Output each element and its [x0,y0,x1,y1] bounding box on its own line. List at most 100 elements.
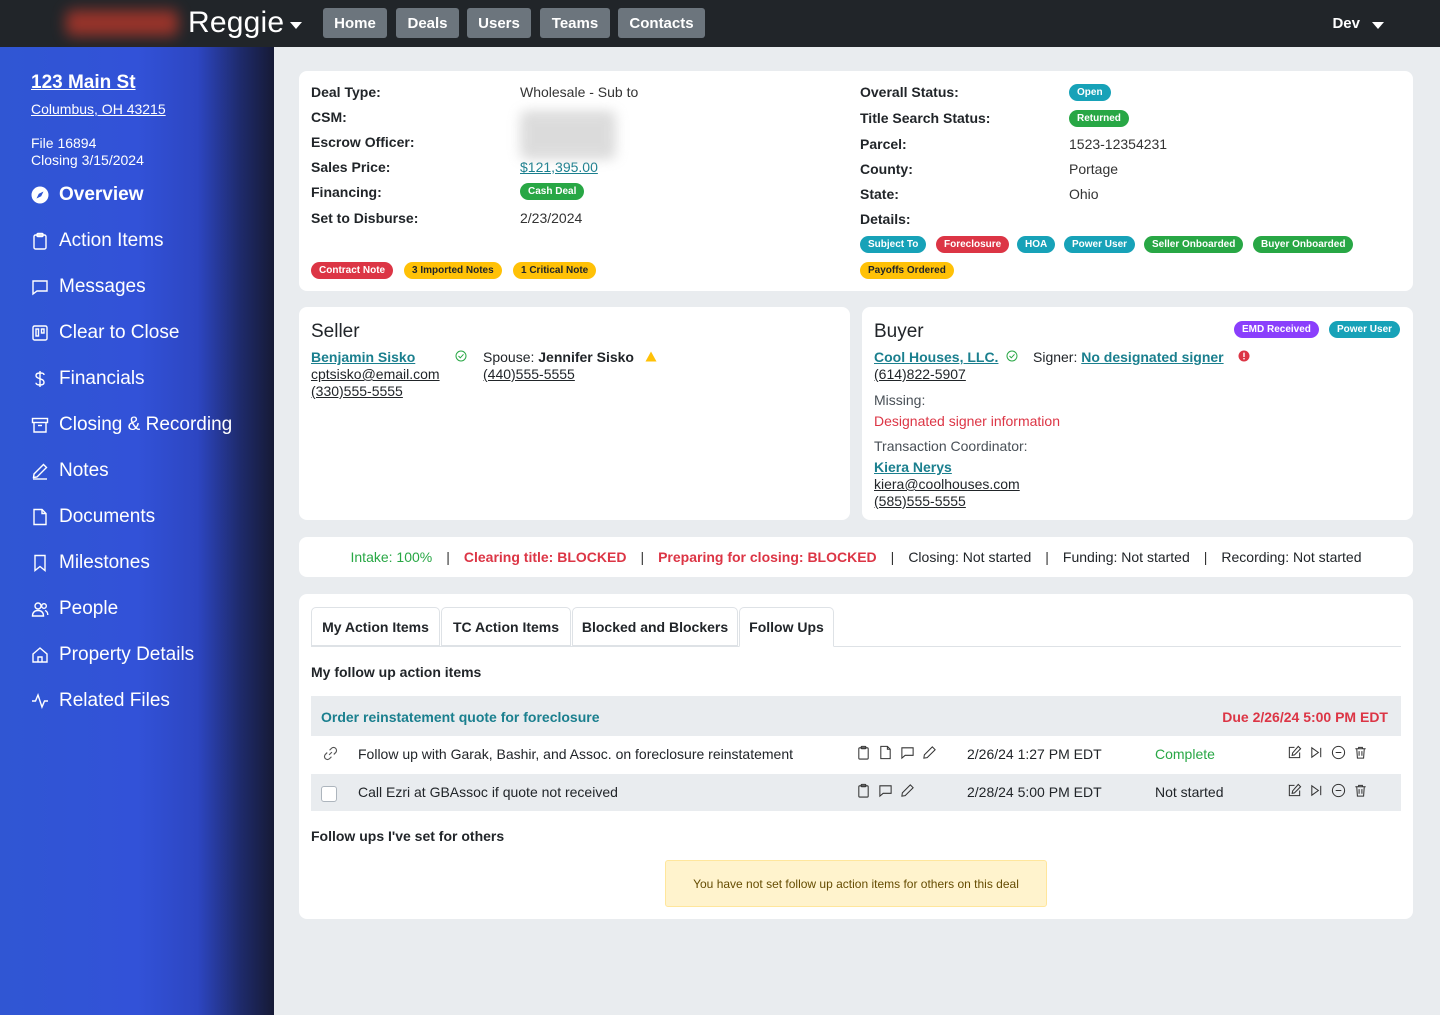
stage-clearing-title: Clearing title: BLOCKED [463,549,627,565]
redacted-names [520,112,616,158]
clipboard-icon[interactable] [856,745,871,765]
clipboard-icon [31,232,49,250]
people-icon [31,600,49,618]
tab-blocked-and-blockers[interactable]: Blocked and Blockers [572,607,738,646]
trash-icon[interactable] [1353,783,1368,803]
signer-link[interactable]: No designated signer [1081,349,1223,365]
tab-my-action-items[interactable]: My Action Items [311,607,440,646]
group-due-date: Due 2/26/24 5:00 PM EDT [1222,709,1388,725]
sidebar-item-overview[interactable]: Overview [31,184,144,206]
pencil-icon[interactable] [922,745,937,765]
critical-note-badge[interactable]: 1 Critical Note [513,262,597,279]
file-number: File 16894 [31,135,97,151]
sidebar-item-related-files[interactable]: Related Files [31,690,170,712]
tab-follow-ups[interactable]: Follow Ups [739,607,834,647]
dash-circle-icon[interactable] [1331,783,1346,803]
sidebar-item-clear-to-close[interactable]: Clear to Close [31,322,179,344]
dash-circle-icon[interactable] [1331,745,1346,765]
contract-note-badge[interactable]: Contract Note [311,262,394,279]
buyer-card: Buyer EMD Received Power User Cool House… [862,307,1413,520]
csm-label: CSM: [311,109,347,125]
action-items-card: My Action Items TC Action Items Blocked … [299,594,1413,919]
title-search-label: Title Search Status: [860,110,991,126]
signer-label: Signer: [1033,349,1078,365]
clipboard-icon[interactable] [856,783,871,803]
details-label: Details: [860,211,911,227]
buyer-phone-link[interactable]: (614)822-5907 [874,366,966,382]
seller-email-link[interactable]: cptsisko@email.com [311,366,440,382]
env-menu[interactable]: Dev [1332,15,1384,32]
empty-notice: You have not set follow up action items … [665,860,1047,907]
house-icon [31,646,49,664]
address-line2-link[interactable]: Columbus, OH 43215 [31,101,166,117]
dollar-icon [31,370,49,388]
detail-badge: Payoffs Ordered [860,262,954,279]
sidebar-item-label: Financials [59,368,145,389]
address-line1-link[interactable]: 123 Main St [31,72,136,94]
follow-up-status: Not started [1155,784,1224,800]
tab-tc-action-items[interactable]: TC Action Items [441,607,571,646]
nav-users-button[interactable]: Users [467,8,531,38]
sidebar-item-people[interactable]: People [31,598,118,620]
buyer-name-link[interactable]: Cool Houses, LLC. [874,349,998,365]
verified-check-icon [1006,349,1018,367]
follow-up-date: 2/28/24 5:00 PM EDT [967,784,1102,800]
sidebar-item-messages[interactable]: Messages [31,276,146,298]
title-search-badge: Returned [1069,110,1129,127]
row-actions [1287,783,1368,803]
pencil-icon[interactable] [900,783,915,803]
file-icon[interactable] [878,745,893,765]
seller-name-link[interactable]: Benjamin Sisko [311,349,415,365]
county-value: Portage [1069,161,1119,177]
brand-name: Reggie [188,6,285,39]
tc-phone-link[interactable]: (585)555-5555 [874,493,966,509]
seller-phone-link[interactable]: (330)555-5555 [311,383,403,399]
edit-icon[interactable] [1287,783,1302,803]
edit-icon[interactable] [1287,745,1302,765]
sidebar-item-notes[interactable]: Notes [31,460,109,482]
sidebar-item-label: Notes [59,460,109,481]
detail-badge: Power User [1064,236,1136,253]
sidebar-item-financials[interactable]: Financials [31,368,145,390]
sidebar-item-label: Documents [59,506,156,527]
row-actions [1287,745,1368,765]
sidebar-item-documents[interactable]: Documents [31,506,155,528]
tc-name-link[interactable]: Kiera Nerys [874,459,952,475]
follow-up-status: Complete [1155,746,1215,762]
nav-contacts-button[interactable]: Contacts [618,8,705,38]
brand-menu[interactable]: Reggie [188,6,303,40]
spouse-name: Jennifer Sisko [538,349,634,365]
sales-price-link[interactable]: $121,395.00 [520,159,598,175]
imported-notes-badge[interactable]: 3 Imported Notes [404,262,502,279]
sales-price-label: Sales Price: [311,159,391,175]
chat-icon[interactable] [878,783,893,803]
spouse-contact: Spouse: Jennifer Sisko (440)555-5555 [483,349,634,383]
skip-icon[interactable] [1309,783,1324,803]
stage-intake: Intake: 100% [350,549,433,565]
escrow-officer-label: Escrow Officer: [311,134,415,150]
seller-contact: Benjamin Sisko cptsisko@email.com (330)5… [311,349,440,400]
nav-home-button[interactable]: Home [323,8,387,38]
sidebar-item-label: Related Files [59,690,170,711]
buyer-contact: Cool Houses, LLC. (614)822-5907 [874,349,998,383]
row-checkbox[interactable] [321,786,337,802]
sidebar-item-milestones[interactable]: Milestones [31,552,150,574]
nav-teams-button[interactable]: Teams [540,8,610,38]
chat-icon[interactable] [900,745,915,765]
table-row: Follow up with Garak, Bashir, and Assoc.… [311,736,1401,773]
skip-icon[interactable] [1309,745,1324,765]
seller-card: Seller Benjamin Sisko cptsisko@email.com… [299,307,850,520]
stage-preparing-closing: Preparing for closing: BLOCKED [658,549,877,565]
spouse-phone-link[interactable]: (440)555-5555 [483,366,575,382]
group-title-link[interactable]: Order reinstatement quote for foreclosur… [321,709,600,725]
stage-closing: Closing: Not started [908,549,1032,565]
nav-deals-button[interactable]: Deals [396,8,459,38]
my-follow-ups-heading: My follow up action items [311,664,482,680]
sidebar-item-closing-recording[interactable]: Closing & Recording [31,414,232,436]
sidebar-item-action-items[interactable]: Action Items [31,230,164,252]
emd-received-badge: EMD Received [1234,321,1319,338]
sidebar-item-property-details[interactable]: Property Details [31,644,194,666]
tc-email-link[interactable]: kiera@coolhouses.com [874,476,1020,492]
trash-icon[interactable] [1353,745,1368,765]
error-icon [1238,349,1250,367]
